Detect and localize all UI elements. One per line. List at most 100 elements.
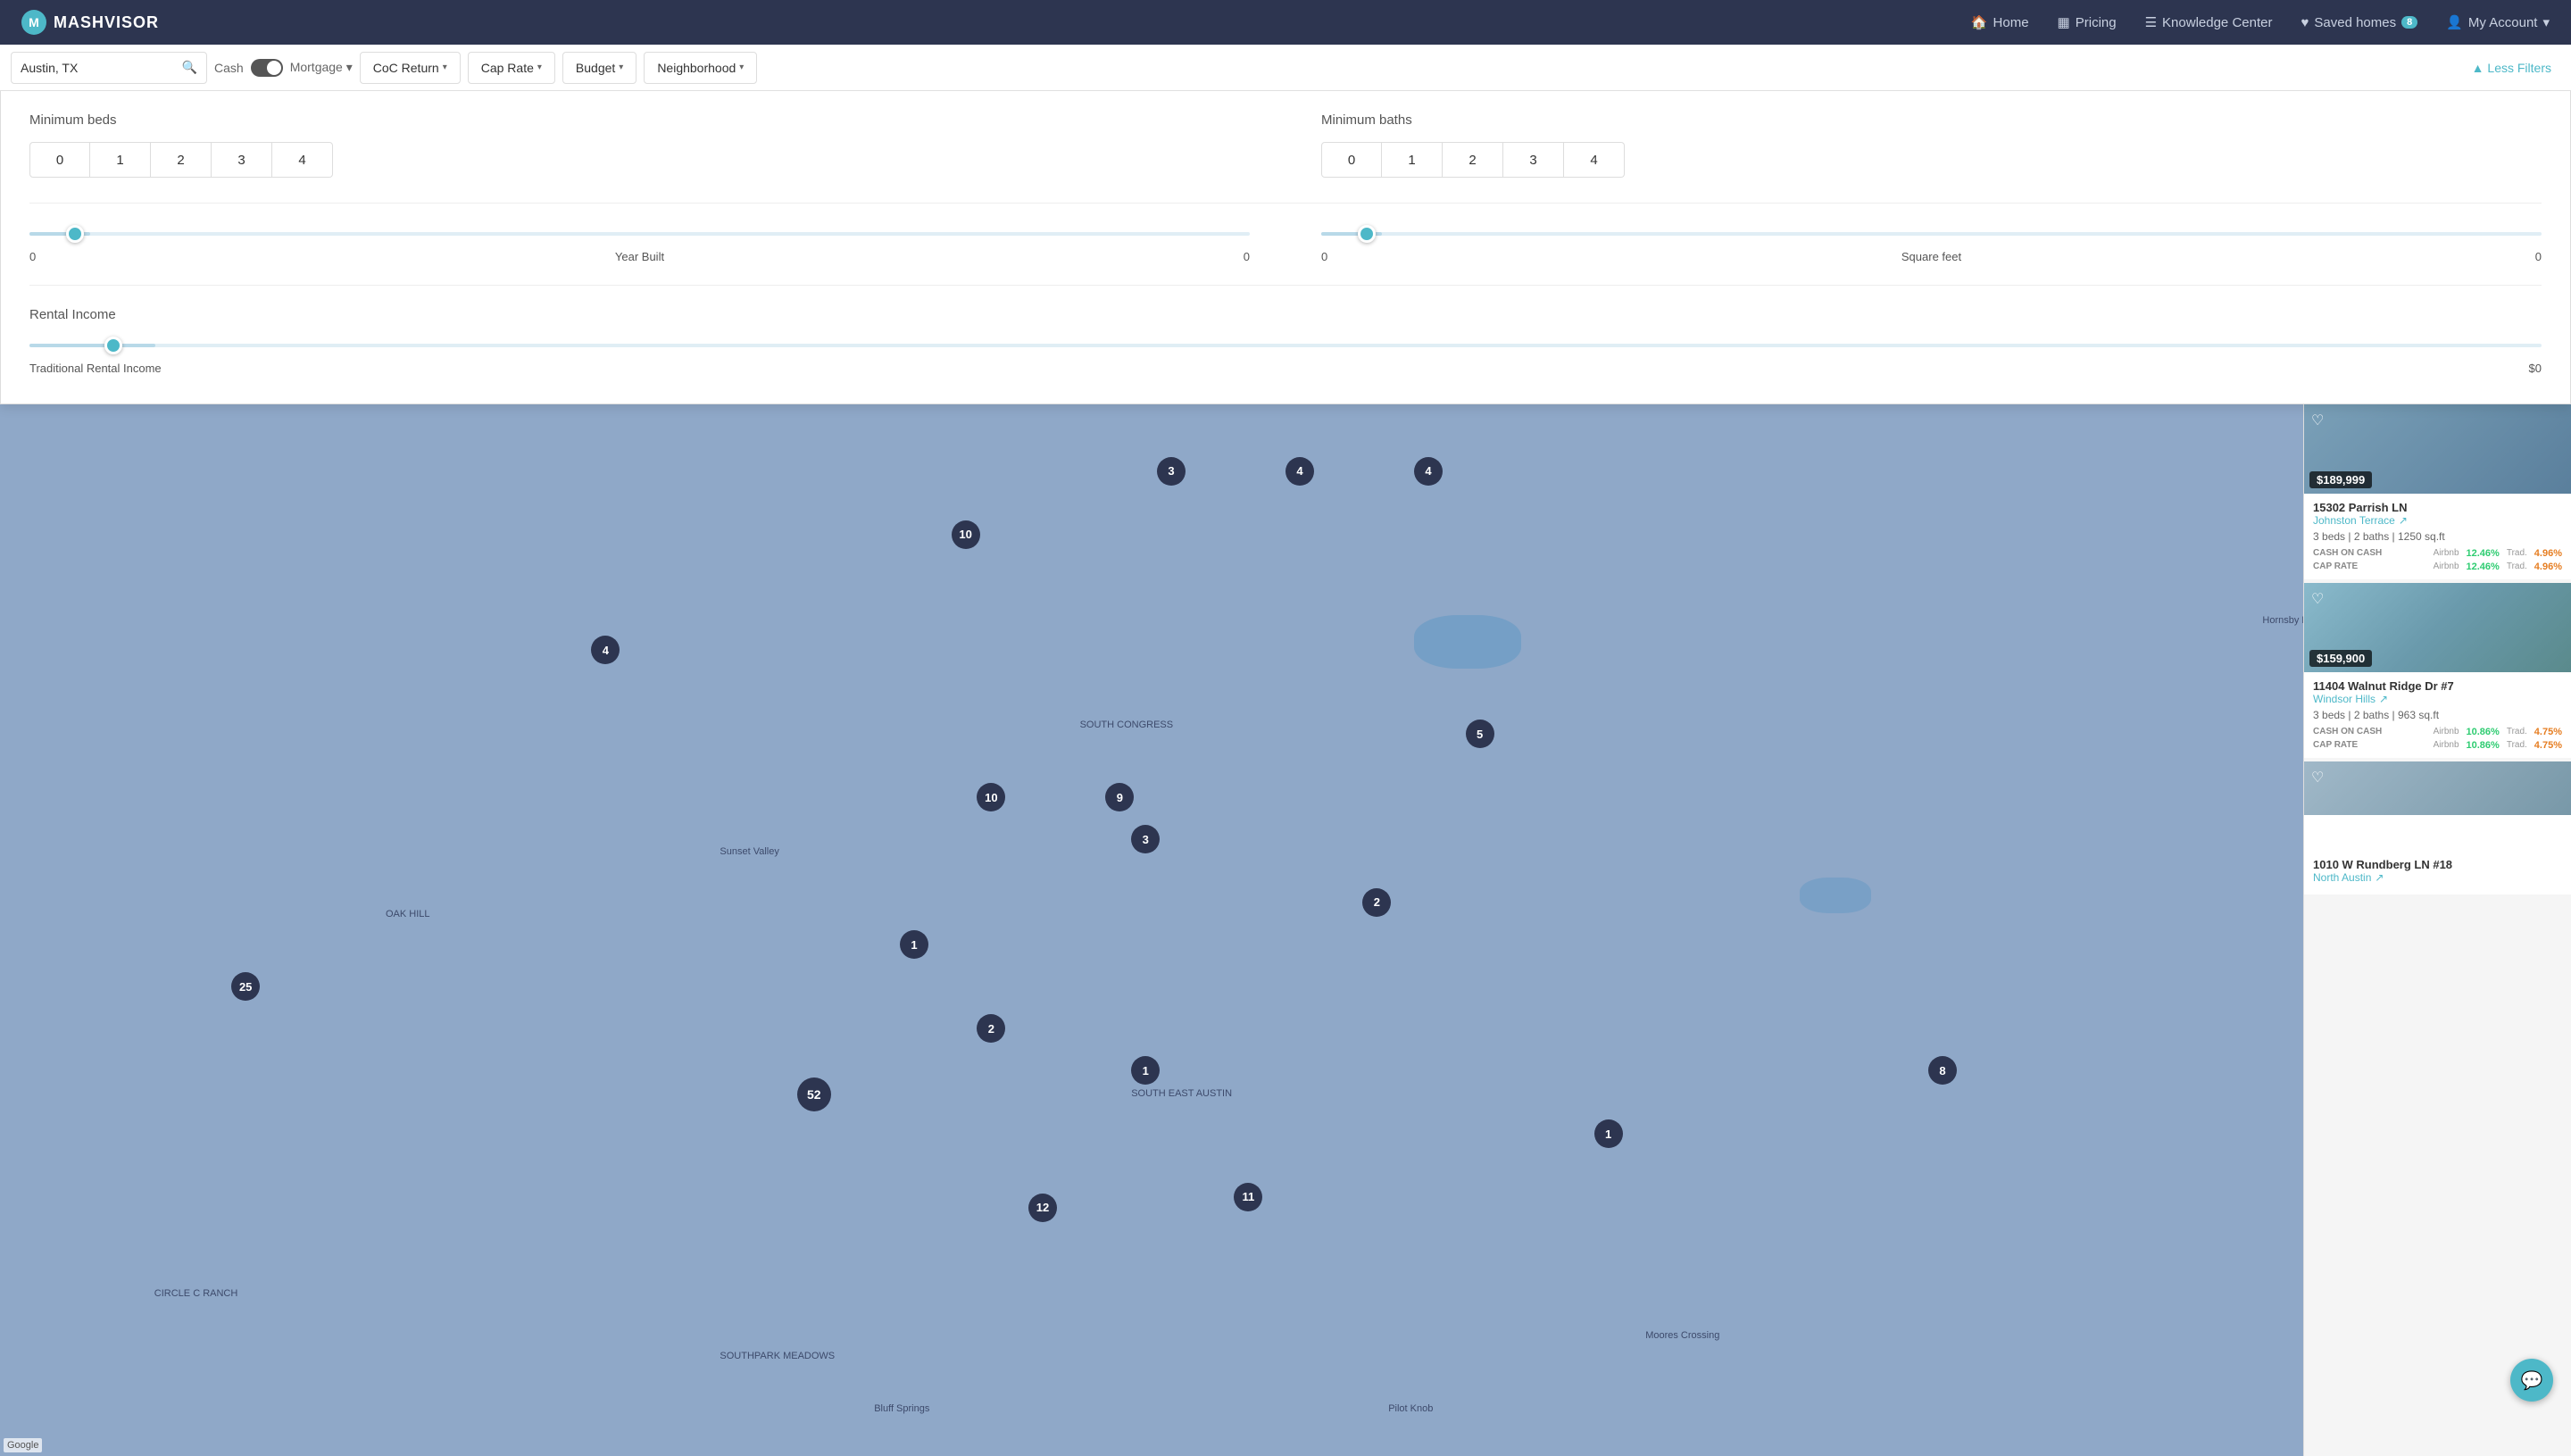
cluster-11[interactable]: 11 [1234, 1183, 1262, 1211]
nav-saved-homes[interactable]: ♥ Saved homes 8 [2301, 15, 2417, 30]
cluster-1b[interactable]: 1 [1131, 1056, 1160, 1085]
less-filters-button[interactable]: ▲ Less Filters [2463, 55, 2560, 80]
map-label-oak-hill: OAK HILL [386, 909, 430, 919]
cluster-4a[interactable]: 4 [591, 636, 620, 664]
search-icon: 🔍 [182, 60, 197, 75]
property-metrics-2: CASH ON CASH Airbnb 10.86% Trad. 4.75% C… [2313, 727, 2562, 751]
property-price-1: $189,999 [2309, 471, 2372, 488]
map-label-south-congress: SOUTH CONGRESS [1080, 720, 1174, 730]
property-details-1: 3 beds | 2 baths | 1250 sq.ft [2313, 530, 2562, 543]
budget-filter[interactable]: Budget ▾ [562, 52, 637, 84]
year-built-min-label: 0 [29, 250, 36, 263]
cluster-4b[interactable]: 4 [1286, 457, 1314, 486]
baths-selector: 0 1 2 3 4 [1321, 142, 2542, 178]
cluster-2a[interactable]: 2 [977, 1014, 1005, 1043]
nav-knowledge-center[interactable]: ☰ Knowledge Center [2145, 14, 2273, 30]
navbar: M MASHVISOR 🏠 Home ▦ Pricing ☰ Knowledge… [0, 0, 2571, 45]
favorite-icon-3[interactable]: ♡ [2311, 769, 2324, 786]
map-background[interactable]: OAK HILL SOUTH CONGRESS SOUTH EAST AUSTI… [0, 404, 2571, 1456]
property-img-1: ♡ $189,999 [2304, 404, 2571, 494]
cash-mortgage-toggle[interactable] [251, 59, 283, 77]
year-built-group: 0 Year Built 0 [29, 225, 1250, 263]
trad-coc-1: 4.96% [2534, 548, 2562, 559]
property-card-2[interactable]: ♡ $159,900 11404 Walnut Ridge Dr #7 Wind… [2304, 583, 2571, 758]
cluster-52[interactable]: 52 [797, 1077, 831, 1111]
cap-rate-row-2: CAP RATE Airbnb 10.86% Trad. 4.75% [2313, 740, 2562, 751]
property-info-1: 15302 Parrish LN Johnston Terrace ↗ 3 be… [2304, 494, 2571, 579]
cap-rate-filter[interactable]: Cap Rate ▾ [468, 52, 555, 84]
property-info-2: 11404 Walnut Ridge Dr #7 Windsor Hills ↗… [2304, 672, 2571, 758]
baths-3-button[interactable]: 3 [1503, 142, 1564, 178]
rental-income-thumb[interactable] [104, 337, 122, 354]
nav-home[interactable]: 🏠 Home [1971, 14, 2029, 30]
cluster-12[interactable]: 12 [1028, 1194, 1057, 1222]
year-built-thumb[interactable] [66, 225, 84, 243]
baths-1-button[interactable]: 1 [1382, 142, 1443, 178]
cluster-3b[interactable]: 3 [1131, 825, 1160, 853]
property-card-1[interactable]: ♡ $189,999 15302 Parrish LN Johnston Ter… [2304, 404, 2571, 579]
nav-pricing[interactable]: ▦ Pricing [2058, 14, 2117, 30]
property-neighborhood-2[interactable]: Windsor Hills ↗ [2313, 693, 2562, 705]
chevron-down-icon: ▾ [346, 60, 353, 74]
cluster-9[interactable]: 9 [1105, 783, 1134, 811]
chevron-up-icon: ▲ [2472, 61, 2484, 75]
cluster-8[interactable]: 8 [1928, 1056, 1957, 1085]
saved-homes-badge: 8 [2401, 16, 2417, 29]
cluster-10b[interactable]: 10 [977, 783, 1005, 811]
property-neighborhood-3[interactable]: North Austin ↗ [2313, 871, 2562, 884]
property-address-3: 1010 W Rundberg LN #18 [2313, 858, 2562, 871]
baths-2-button[interactable]: 2 [1443, 142, 1503, 178]
coc-values-1: Airbnb 12.46% Trad. 4.96% [2434, 548, 2562, 559]
knowledge-icon: ☰ [2145, 14, 2157, 30]
financing-toggle: Cash Mortgage ▾ [214, 59, 353, 77]
cluster-25[interactable]: 25 [231, 972, 260, 1001]
year-built-labels: 0 Year Built 0 [29, 250, 1250, 263]
search-input[interactable] [21, 61, 175, 75]
beds-2-button[interactable]: 2 [151, 142, 212, 178]
sqft-max-label: 0 [2535, 250, 2542, 263]
baths-0-button[interactable]: 0 [1321, 142, 1382, 178]
cluster-1c[interactable]: 1 [1594, 1119, 1623, 1148]
chat-button[interactable]: 💬 [2510, 1359, 2553, 1402]
map-label-circle-c-ranch: CIRCLE C RANCH [154, 1288, 238, 1299]
property-metrics-1: CASH ON CASH Airbnb 12.46% Trad. 4.96% C… [2313, 548, 2562, 572]
heart-nav-icon: ♥ [2301, 15, 2309, 30]
nav-my-account[interactable]: 👤 My Account ▾ [2446, 14, 2550, 30]
coc-row-2: CASH ON CASH Airbnb 10.86% Trad. 4.75% [2313, 727, 2562, 737]
beds-0-button[interactable]: 0 [29, 142, 90, 178]
cluster-4c[interactable]: 4 [1414, 457, 1443, 486]
external-link-icon-3: ↗ [2375, 871, 2384, 884]
favorite-icon-2[interactable]: ♡ [2311, 590, 2324, 608]
map-label-bluff-springs: Bluff Springs [874, 1403, 929, 1414]
beds-3-button[interactable]: 3 [212, 142, 272, 178]
beds-baths-row: Minimum beds 0 1 2 3 4 Minimum baths 0 1… [29, 112, 2542, 178]
mortgage-label: Mortgage ▾ [290, 60, 353, 75]
cluster-3[interactable]: 3 [1157, 457, 1186, 486]
property-price-2: $159,900 [2309, 650, 2372, 667]
coc-return-filter[interactable]: CoC Return ▾ [360, 52, 461, 84]
cluster-5[interactable]: 5 [1466, 720, 1494, 748]
rental-income-fill [29, 344, 155, 347]
map-water-feature-2 [1800, 878, 1871, 913]
cluster-10a[interactable]: 10 [952, 520, 980, 549]
nav-menu: 🏠 Home ▦ Pricing ☰ Knowledge Center ♥ Sa… [1971, 14, 2550, 30]
beds-4-button[interactable]: 4 [272, 142, 333, 178]
property-neighborhood-1[interactable]: Johnston Terrace ↗ [2313, 514, 2562, 527]
neighborhood-filter[interactable]: Neighborhood ▾ [644, 52, 757, 84]
sqft-thumb[interactable] [1358, 225, 1376, 243]
trad-coc-2: 4.75% [2534, 727, 2562, 737]
logo[interactable]: M MASHVISOR [21, 10, 159, 35]
year-sqft-row: 0 Year Built 0 0 Square feet 0 [29, 225, 2542, 263]
cluster-2b[interactable]: 2 [1362, 888, 1391, 917]
baths-4-button[interactable]: 4 [1564, 142, 1625, 178]
property-img-2: ♡ $159,900 [2304, 583, 2571, 672]
airbnb-cap-1: 12.46% [2467, 562, 2500, 572]
favorite-icon-1[interactable]: ♡ [2311, 412, 2324, 429]
min-beds-group: Minimum beds 0 1 2 3 4 [29, 112, 1250, 178]
search-box[interactable]: 🔍 [11, 52, 207, 84]
beds-1-button[interactable]: 1 [90, 142, 151, 178]
cluster-1a[interactable]: 1 [900, 930, 928, 959]
property-card-3[interactable]: ♡ 1010 W Rundberg LN #18 North Austin ↗ [2304, 761, 2571, 894]
logo-icon: M [21, 10, 46, 35]
map-label-pilot-knob: Pilot Knob [1388, 1403, 1433, 1414]
